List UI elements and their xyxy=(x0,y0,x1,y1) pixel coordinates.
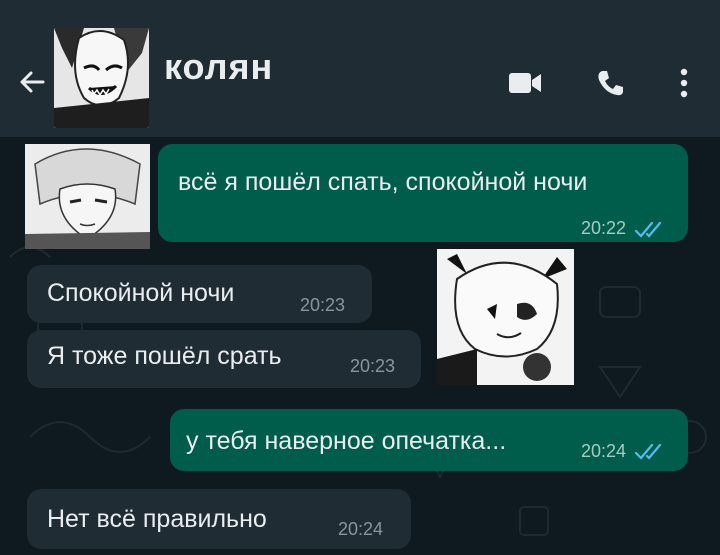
chat-header: колян xyxy=(0,0,720,137)
message-time: 20:24 xyxy=(581,441,627,461)
message-text: у тебя наверное опечатка... xyxy=(186,427,507,455)
more-options-icon[interactable] xyxy=(664,63,704,103)
chat-area[interactable]: всё я пошёл спать, спокойной ночи 20:22 … xyxy=(0,137,720,555)
message-bubble-incoming[interactable]: Я тоже пошёл срать 20:23 xyxy=(27,330,421,388)
message-bubble-incoming[interactable]: Нет всё правильно 20:24 xyxy=(27,489,411,549)
message-time: 20:23 xyxy=(300,295,346,315)
read-ticks-icon xyxy=(634,218,668,247)
video-call-icon[interactable] xyxy=(505,63,545,103)
message-bubble-outgoing[interactable]: всё я пошёл спать, спокойной ночи 20:22 xyxy=(158,144,688,242)
sticker-image-portrait[interactable] xyxy=(25,144,150,249)
message-time: 20:23 xyxy=(350,356,396,376)
read-ticks-icon xyxy=(634,440,668,469)
message-bubble-outgoing[interactable]: у тебя наверное опечатка... 20:24 xyxy=(170,409,688,471)
message-text: Нет всё правильно xyxy=(47,505,267,533)
message-text: Я тоже пошёл срать xyxy=(47,342,282,370)
sticker-image-character[interactable] xyxy=(437,249,574,385)
back-arrow-icon[interactable] xyxy=(14,64,50,100)
phone-call-icon[interactable] xyxy=(590,63,630,103)
contact-name[interactable]: колян xyxy=(164,46,273,88)
message-text: всё я пошёл спать, спокойной ночи xyxy=(178,168,588,196)
contact-avatar[interactable] xyxy=(54,28,149,128)
message-time: 20:24 xyxy=(338,519,384,539)
message-text: Спокойной ночи xyxy=(47,279,235,307)
message-time: 20:22 xyxy=(581,218,627,238)
message-bubble-incoming[interactable]: Спокойной ночи 20:23 xyxy=(27,265,372,323)
